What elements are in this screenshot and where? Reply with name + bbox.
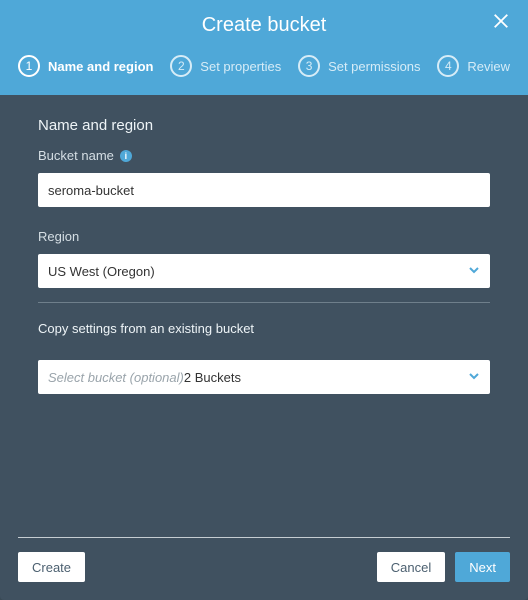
cancel-button[interactable]: Cancel (377, 552, 445, 582)
copy-bucket-value: Select bucket (optional)2 Buckets (48, 370, 241, 385)
step-review[interactable]: 4 Review (437, 55, 510, 77)
copy-bucket-select[interactable]: Select bucket (optional)2 Buckets (38, 360, 490, 394)
copy-bucket-count: 2 Buckets (184, 370, 241, 385)
step-number: 3 (298, 55, 320, 77)
copy-settings-label: Copy settings from an existing bucket (38, 321, 490, 336)
create-bucket-modal: Create bucket 1 Name and region 2 Set pr… (0, 0, 528, 600)
step-set-properties[interactable]: 2 Set properties (170, 55, 281, 77)
next-button[interactable]: Next (455, 552, 510, 582)
modal-body: Name and region Bucket name i Region US … (0, 95, 528, 537)
bucket-name-label: Bucket name i (38, 148, 490, 163)
chevron-down-icon (468, 264, 480, 279)
close-button[interactable] (492, 12, 510, 35)
region-select[interactable]: US West (Oregon) (38, 254, 490, 288)
label-text: Bucket name (38, 148, 114, 163)
title-row: Create bucket (18, 14, 510, 37)
footer-actions: Cancel Next (377, 552, 510, 582)
step-number: 4 (437, 55, 459, 77)
step-number: 2 (170, 55, 192, 77)
modal-footer: Create Cancel Next (0, 538, 528, 600)
modal-title: Create bucket (202, 14, 327, 37)
step-set-permissions[interactable]: 3 Set permissions (298, 55, 420, 77)
section-heading: Name and region (38, 117, 490, 134)
modal-header: Create bucket 1 Name and region 2 Set pr… (0, 0, 528, 95)
chevron-down-icon (468, 370, 480, 385)
step-label: Set properties (200, 59, 281, 74)
label-text: Region (38, 229, 79, 244)
step-label: Name and region (48, 59, 153, 74)
step-label: Set permissions (328, 59, 420, 74)
step-label: Review (467, 59, 510, 74)
copy-bucket-placeholder: Select bucket (optional) (48, 370, 184, 385)
create-button[interactable]: Create (18, 552, 85, 582)
wizard-steps: 1 Name and region 2 Set properties 3 Set… (18, 55, 510, 77)
region-label: Region (38, 229, 490, 244)
step-name-and-region[interactable]: 1 Name and region (18, 55, 153, 77)
close-icon (492, 17, 510, 34)
step-number: 1 (18, 55, 40, 77)
divider (38, 302, 490, 303)
info-icon[interactable]: i (120, 150, 132, 162)
region-selected-value: US West (Oregon) (48, 264, 155, 279)
bucket-name-input[interactable] (38, 173, 490, 207)
